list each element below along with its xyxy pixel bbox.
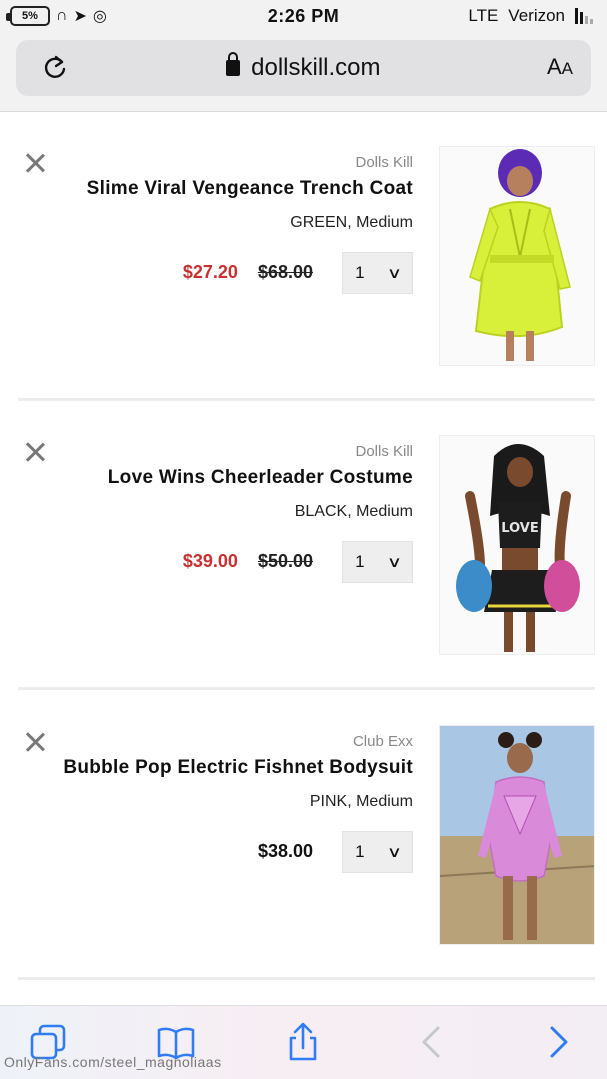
remove-item-button[interactable] <box>24 441 46 463</box>
item-price: $39.00 $50.00 <box>183 551 313 572</box>
quantity-select[interactable]: 1 ∨ <box>342 831 413 873</box>
remove-item-button[interactable] <box>24 731 46 753</box>
quantity-select[interactable]: 1 ∨ <box>342 252 413 294</box>
status-right: LTE Verizon <box>468 6 593 26</box>
text-size-button[interactable]: AA <box>547 54 573 80</box>
cart-item: Dolls Kill Slime Viral Vengeance Trench … <box>0 146 607 442</box>
original-price: $50.00 <box>257 551 313 571</box>
item-divider <box>18 398 595 401</box>
item-brand[interactable]: Dolls Kill <box>355 443 413 460</box>
cart-item: Dolls Kill Love Wins Cheerleader Costume… <box>0 435 607 731</box>
address-bar[interactable]: dollskill.com AA <box>16 40 591 96</box>
lock-icon <box>226 52 241 76</box>
chevron-down-icon: ∨ <box>386 844 403 861</box>
product-image[interactable] <box>439 146 595 366</box>
signal-icon <box>575 8 593 24</box>
item-name[interactable]: Slime Viral Vengeance Trench Coat <box>87 178 413 200</box>
item-price: $27.20 $68.00 <box>183 262 313 283</box>
item-divider <box>18 977 595 980</box>
status-bar: 5% ∩ ➤ ◎ 2:26 PM LTE Verizon <box>0 0 607 34</box>
item-brand[interactable]: Club Exx <box>353 733 413 750</box>
item-name[interactable]: Bubble Pop Electric Fishnet Bodysuit <box>63 757 413 779</box>
product-image[interactable] <box>439 725 595 945</box>
watermark-text: OnlyFans.com/steel_magnoliaas <box>4 1054 222 1070</box>
sale-price: $27.20 <box>182 262 238 282</box>
forward-icon[interactable] <box>538 1022 578 1062</box>
chevron-down-icon: ∨ <box>386 265 403 282</box>
quantity-select[interactable]: 1 ∨ <box>342 541 413 583</box>
item-price: $38.00 <box>258 841 313 862</box>
quantity-value: 1 <box>355 552 365 571</box>
item-variant: PINK, Medium <box>309 793 413 810</box>
item-divider <box>18 687 595 690</box>
item-name[interactable]: Love Wins Cheerleader Costume <box>108 467 413 489</box>
url-display[interactable]: dollskill.com <box>16 52 591 82</box>
browser-header: dollskill.com AA <box>0 34 607 112</box>
carrier-name: Verizon <box>508 6 565 25</box>
item-brand[interactable]: Dolls Kill <box>355 154 413 171</box>
network-type: LTE <box>468 6 499 25</box>
share-icon[interactable] <box>283 1022 323 1062</box>
item-variant: BLACK, Medium <box>294 503 413 520</box>
url-text: dollskill.com <box>251 54 381 81</box>
item-variant: GREEN, Medium <box>290 214 413 231</box>
cart-item: Club Exx Bubble Pop Electric Fishnet Bod… <box>0 725 607 1021</box>
remove-item-button[interactable] <box>24 152 46 174</box>
quantity-value: 1 <box>355 842 365 861</box>
original-price: $68.00 <box>257 262 313 282</box>
back-icon[interactable] <box>412 1022 452 1062</box>
product-image[interactable]: LOVE <box>439 435 595 655</box>
svg-text:LOVE: LOVE <box>501 521 538 536</box>
quantity-value: 1 <box>355 263 365 282</box>
chevron-down-icon: ∨ <box>386 554 403 571</box>
sale-price: $39.00 <box>182 551 238 571</box>
price: $38.00 <box>257 841 313 861</box>
